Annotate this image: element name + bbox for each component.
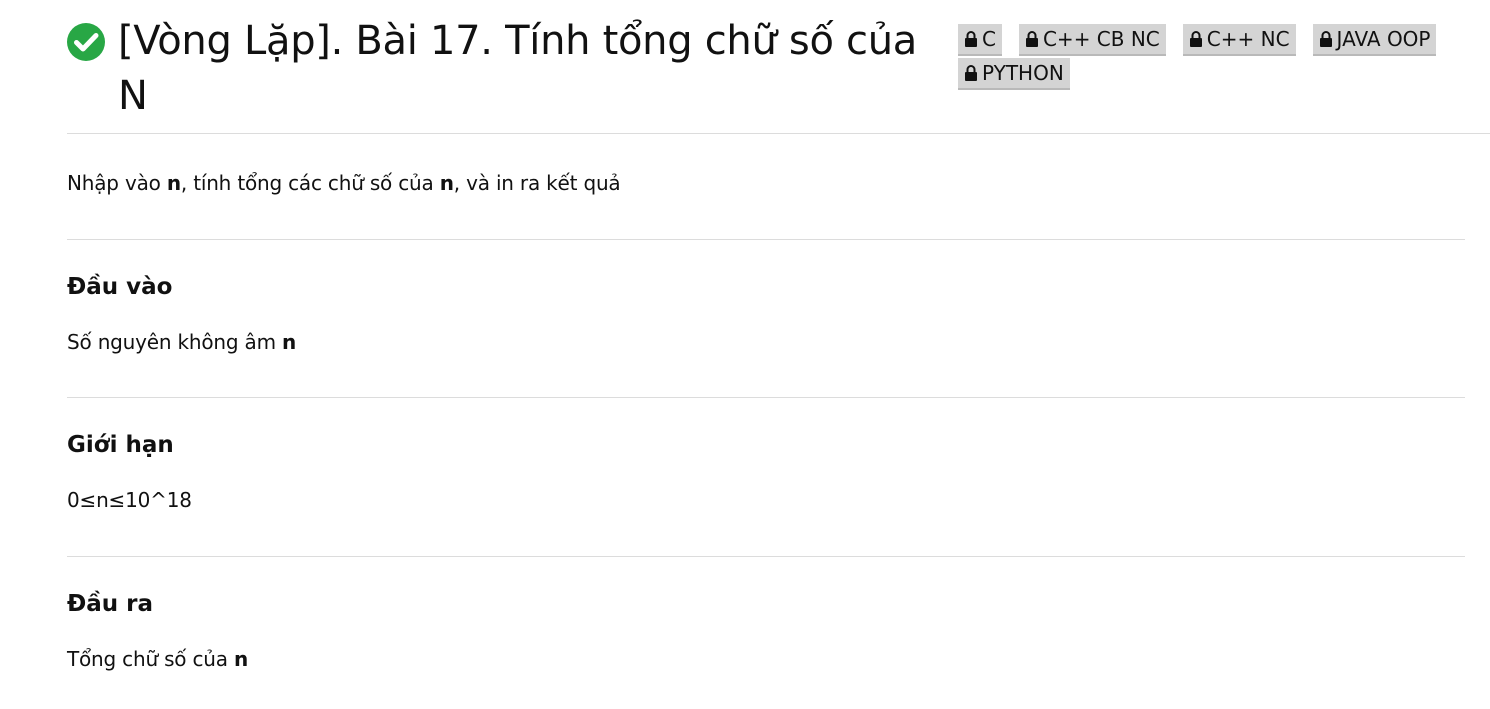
description-text: , và in ra kết quả <box>453 171 621 195</box>
description-text: Nhập vào <box>67 171 167 195</box>
tag-python[interactable]: PYTHON <box>958 58 1070 90</box>
problem-description: Nhập vào n, tính tổng các chữ số của n, … <box>67 171 621 195</box>
check-circle-icon <box>66 22 106 62</box>
input-description: Số nguyên không âm n <box>67 330 296 354</box>
output-description: Tổng chữ số của n <box>67 647 248 671</box>
section-divider <box>67 239 1465 240</box>
input-text: Số nguyên không âm <box>67 330 283 354</box>
problem-header: [Vòng Lặp]. Bài 17. Tính tổng chữ số của… <box>0 0 1490 134</box>
section-divider <box>67 556 1465 557</box>
limits-heading: Giới hạn <box>67 432 174 458</box>
input-heading: Đầu vào <box>67 274 173 300</box>
tag-java-oop[interactable]: JAVA OOP <box>1312 24 1437 56</box>
lock-icon <box>1319 30 1333 48</box>
lock-icon <box>964 64 978 82</box>
limits-description: 0≤n≤10^18 <box>67 488 192 512</box>
tag-cpp-cb-nc[interactable]: C++ CB NC <box>1018 24 1166 56</box>
lock-icon <box>1025 30 1039 48</box>
input-var: n <box>282 330 297 354</box>
header-divider <box>67 133 1490 134</box>
lock-icon <box>964 30 978 48</box>
output-text: Tổng chữ số của <box>67 647 234 671</box>
lock-icon <box>1189 30 1203 48</box>
language-tags: C C++ CB NC C++ NC JAVA OOP PYTHON <box>958 24 1478 90</box>
tag-c[interactable]: C <box>958 24 1002 56</box>
output-heading: Đầu ra <box>67 591 154 617</box>
description-text: , tính tổng các chữ số của <box>180 171 440 195</box>
tag-label: PYTHON <box>982 61 1064 85</box>
page-title: [Vòng Lặp]. Bài 17. Tính tổng chữ số của… <box>118 18 917 119</box>
section-divider <box>67 397 1465 398</box>
output-var: n <box>234 647 249 671</box>
description-var: n <box>166 171 181 195</box>
tag-label: C++ CB NC <box>1042 27 1160 51</box>
tag-cpp-nc[interactable]: C++ NC <box>1182 24 1296 56</box>
tag-label: C++ NC <box>1206 27 1290 51</box>
tag-label: JAVA OOP <box>1336 27 1431 51</box>
description-var: n <box>439 171 454 195</box>
tag-label: C <box>982 27 996 51</box>
